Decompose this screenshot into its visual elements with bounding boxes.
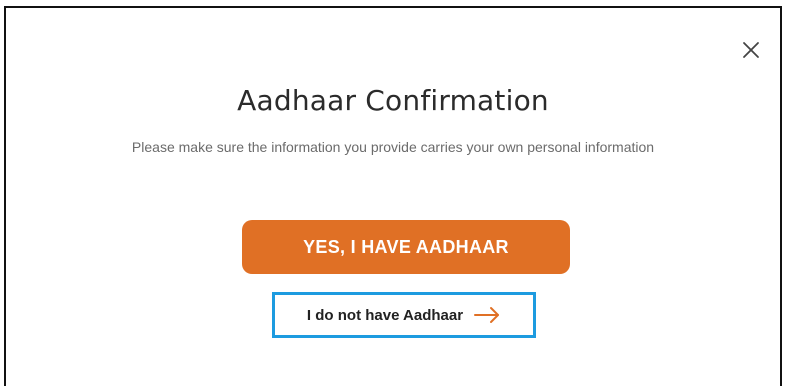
no-aadhaar-label[interactable]: I do not have Aadhaar [307, 307, 463, 324]
dialog-title: Aadhaar Confirmation [237, 84, 549, 117]
close-button[interactable] [740, 39, 762, 61]
dialog-subtitle: Please make sure the information you pro… [131, 139, 655, 155]
yes-have-aadhaar-button[interactable]: YES, I HAVE AADHAAR [242, 220, 570, 274]
close-icon[interactable] [740, 39, 762, 61]
no-aadhaar-link[interactable]: I do not have Aadhaar [272, 292, 536, 338]
arrow-right-icon[interactable] [473, 306, 501, 324]
aadhaar-confirmation-dialog: Aadhaar Confirmation Please make sure th… [4, 6, 782, 386]
